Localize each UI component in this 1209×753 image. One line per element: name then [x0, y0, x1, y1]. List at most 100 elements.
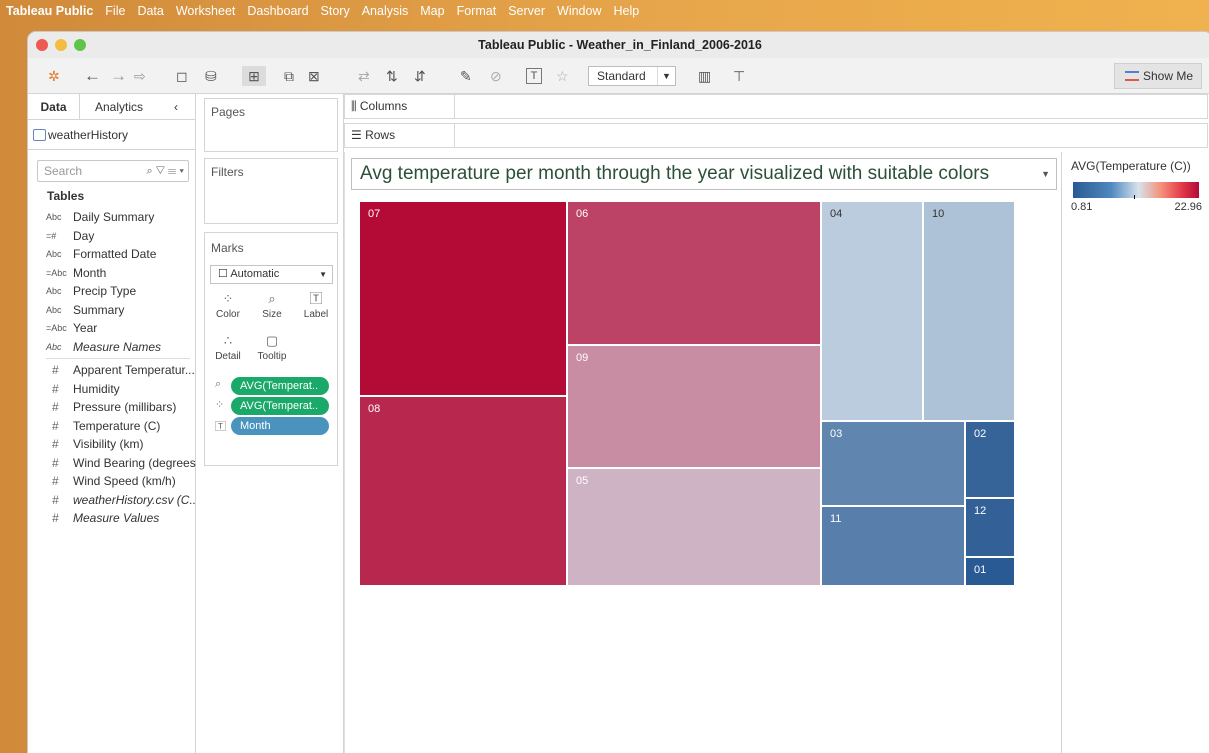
treemap-tile-label: 09: [576, 352, 589, 364]
clear-sheet-icon[interactable]: ⊠: [308, 66, 320, 86]
field-weatherhistory-count[interactable]: # weatherHistory.csv (C...: [28, 491, 199, 510]
field-humidity[interactable]: # Humidity: [28, 380, 195, 399]
field-day[interactable]: =# Day: [28, 227, 195, 246]
menu-app-name[interactable]: Tableau Public: [6, 4, 93, 18]
treemap-tile-07[interactable]: 07: [359, 201, 567, 396]
detail-icon: ∴: [223, 333, 233, 348]
tables-heading: Tables: [47, 189, 85, 203]
search-input[interactable]: Search ⌕ ▽ ☰ ▾: [37, 160, 189, 182]
size-button[interactable]: ⌕ Size: [251, 289, 293, 327]
group-members-icon[interactable]: ⊘: [490, 66, 502, 86]
show-cards-icon[interactable]: ▥: [698, 66, 711, 86]
rows-shelf[interactable]: ☰ Rows: [344, 123, 1208, 148]
field-wind-bearing[interactable]: # Wind Bearing (degrees): [28, 454, 200, 473]
show-me-button[interactable]: Show Me: [1114, 63, 1202, 89]
zoom-window-button[interactable]: [74, 39, 86, 51]
filters-card[interactable]: Filters: [204, 158, 338, 224]
field-pressure[interactable]: # Pressure (millibars): [28, 398, 195, 417]
field-measure-names[interactable]: Abc Measure Names: [28, 338, 195, 357]
redo-icon[interactable]: ⇨: [134, 66, 146, 86]
columns-shelf[interactable]: ⫼ Columns: [344, 94, 1208, 119]
chevron-down-icon: ▼: [319, 270, 327, 279]
forward-arrow-icon[interactable]: →: [110, 66, 127, 86]
treemap-tile-09[interactable]: 09: [567, 345, 821, 468]
mark-type-select[interactable]: ☐ Automatic ▼: [210, 265, 333, 284]
swap-rows-columns-icon[interactable]: ⇄: [358, 66, 370, 86]
toolbar: ✲ ← → ⇨ ◻ ⛁ ⊞ ⧉ ⊠ ⇄ ⇅ ⇵ ✎ ⊘ T ☆ Standard…: [28, 58, 1209, 94]
search-filter-icons[interactable]: ⌕ ▽ ☰ ▾: [147, 161, 184, 181]
highlight-icon[interactable]: ✎: [460, 66, 472, 86]
legend-gradient[interactable]: [1073, 182, 1199, 198]
color-legend: AVG(Temperature (C)) 0.81 22.96: [1062, 152, 1209, 753]
menu-window[interactable]: Window: [557, 4, 601, 18]
field-month[interactable]: =Abc Month: [28, 264, 195, 283]
collapse-pane-icon[interactable]: ‹: [158, 94, 194, 119]
data-source-item[interactable]: weatherHistory: [28, 120, 195, 150]
field-summary[interactable]: Abc Summary: [28, 301, 195, 320]
pages-card[interactable]: Pages: [204, 98, 338, 152]
treemap-tile-08[interactable]: 08: [359, 396, 567, 586]
treemap-tile-label: 06: [576, 208, 589, 220]
treemap-tile-06[interactable]: 06: [567, 201, 821, 345]
sort-ascending-icon[interactable]: ⇅: [386, 66, 398, 86]
label-pill[interactable]: Month: [231, 417, 329, 435]
close-window-button[interactable]: [36, 39, 48, 51]
color-icon: ⁘: [222, 291, 234, 306]
size-pill[interactable]: AVG(Temperat..: [231, 377, 329, 395]
new-data-source-icon[interactable]: ⛁: [205, 66, 217, 86]
field-formatted-date[interactable]: Abc Formatted Date: [28, 245, 195, 264]
treemap-tile-10[interactable]: 10: [923, 201, 1015, 421]
menu-file[interactable]: File: [105, 4, 125, 18]
tableau-logo-icon[interactable]: ✲: [48, 66, 60, 86]
menu-data[interactable]: Data: [137, 4, 163, 18]
treemap-tile-label: 01: [974, 564, 987, 576]
menu-story[interactable]: Story: [321, 4, 350, 18]
duplicate-sheet-icon[interactable]: ⧉: [284, 66, 294, 86]
back-arrow-icon[interactable]: ←: [84, 66, 101, 86]
tooltip-button[interactable]: ▢ Tooltip: [251, 331, 293, 369]
tab-analytics[interactable]: Analytics: [80, 94, 158, 119]
show-mark-labels-icon[interactable]: T: [526, 68, 542, 84]
treemap-tile-label: 05: [576, 475, 589, 487]
label-button[interactable]: 🅃 Label: [295, 289, 337, 327]
minimize-window-button[interactable]: [55, 39, 67, 51]
field-visibility[interactable]: # Visibility (km): [28, 435, 195, 454]
treemap-tile-02[interactable]: 02: [965, 421, 1015, 498]
menu-map[interactable]: Map: [420, 4, 444, 18]
treemap-tile-11[interactable]: 11: [821, 506, 965, 586]
presentation-mode-icon[interactable]: ⊤: [733, 66, 745, 86]
chevron-down-icon[interactable]: ▼: [1041, 159, 1050, 189]
tab-data[interactable]: Data: [28, 94, 80, 119]
field-year[interactable]: =Abc Year: [28, 319, 195, 338]
field-precip-type[interactable]: Abc Precip Type: [28, 282, 195, 301]
color-pill[interactable]: AVG(Temperat..: [231, 397, 329, 415]
viz-title[interactable]: Avg temperature per month through the ye…: [351, 158, 1057, 190]
treemap-tile-01[interactable]: 01: [965, 557, 1015, 586]
field-wind-speed[interactable]: # Wind Speed (km/h): [28, 472, 195, 491]
menu-server[interactable]: Server: [508, 4, 545, 18]
field-apparent-temperature[interactable]: # Apparent Temperatur...: [28, 361, 195, 380]
treemap-tile-12[interactable]: 12: [965, 498, 1015, 557]
field-measure-values[interactable]: # Measure Values: [28, 509, 195, 528]
legend-title: AVG(Temperature (C)): [1071, 159, 1191, 173]
fit-select[interactable]: Standard ▼: [588, 66, 676, 86]
menu-analysis[interactable]: Analysis: [362, 4, 409, 18]
field-list: Abc Daily Summary =# Day Abc Formatted Date…: [28, 208, 200, 528]
treemap-tile-04[interactable]: 04: [821, 201, 923, 421]
pin-icon[interactable]: ☆: [556, 66, 569, 86]
window-title: Tableau Public - Weather_in_Finland_2006…: [478, 38, 762, 52]
field-daily-summary[interactable]: Abc Daily Summary: [28, 208, 195, 227]
treemap-tile-label: 04: [830, 208, 843, 220]
color-button[interactable]: ⁘ Color: [207, 289, 249, 327]
menu-worksheet[interactable]: Worksheet: [176, 4, 236, 18]
detail-button[interactable]: ∴ Detail: [207, 331, 249, 369]
sort-descending-icon[interactable]: ⇵: [414, 66, 426, 86]
menu-format[interactable]: Format: [457, 4, 497, 18]
new-worksheet-icon[interactable]: ⊞: [242, 66, 266, 86]
save-icon[interactable]: ◻: [176, 66, 188, 86]
menu-help[interactable]: Help: [613, 4, 639, 18]
menu-dashboard[interactable]: Dashboard: [247, 4, 308, 18]
field-temperature[interactable]: # Temperature (C): [28, 417, 195, 436]
treemap-tile-03[interactable]: 03: [821, 421, 965, 506]
treemap-tile-05[interactable]: 05: [567, 468, 821, 586]
